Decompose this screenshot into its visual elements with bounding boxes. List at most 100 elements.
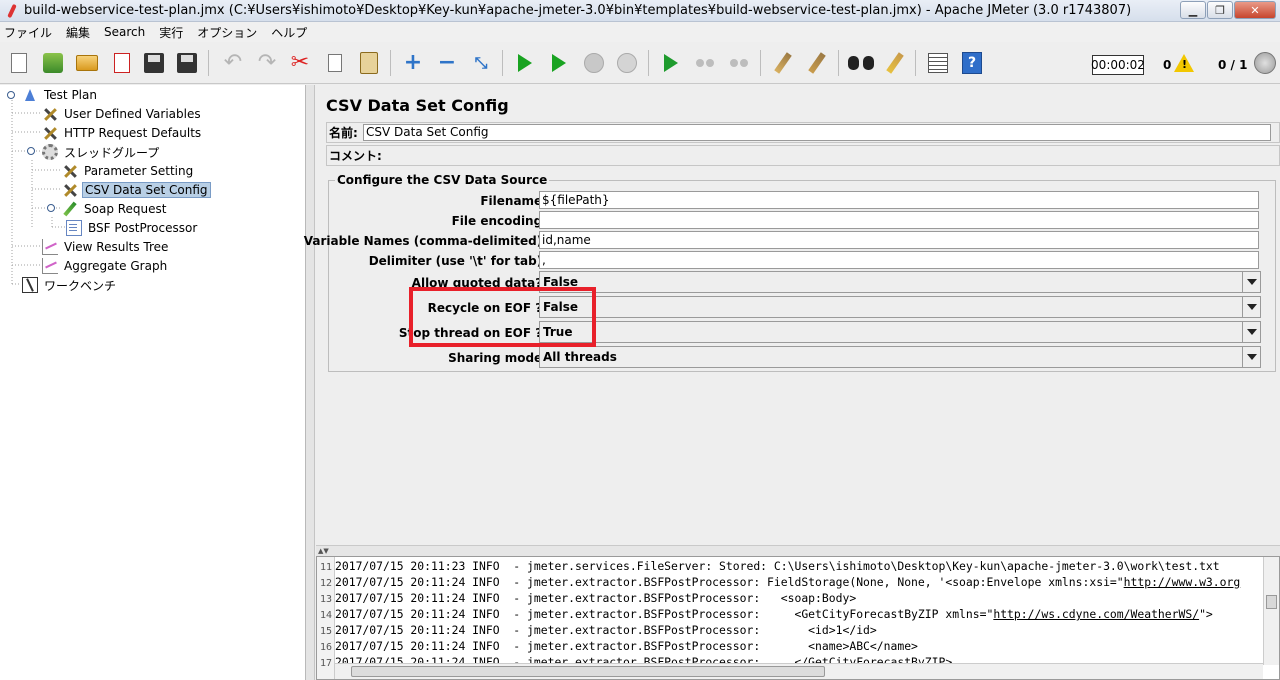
filename-label: Filename: <box>480 194 547 208</box>
brush-icon <box>62 201 78 217</box>
panel-splitter[interactable] <box>306 85 315 680</box>
tree-item-csv-data-set-config[interactable]: CSV Data Set Config <box>62 181 211 199</box>
menu-help[interactable]: ヘルプ <box>271 24 307 41</box>
name-input[interactable]: CSV Data Set Config <box>363 124 1271 141</box>
log-line: 15 2017/07/15 20:11:24 INFO - jmeter.extr… <box>319 623 877 637</box>
stop-thread-eof-select[interactable]: True <box>539 321 1261 343</box>
collapse-arrows-icon[interactable]: ▲▼ <box>318 547 329 555</box>
help-icon[interactable]: ? <box>958 49 986 77</box>
undo-icon[interactable]: ↶ <box>219 49 247 77</box>
tree-item-parameter-setting[interactable]: Parameter Setting <box>62 162 195 180</box>
recycle-eof-select[interactable]: False <box>539 296 1261 318</box>
redo-icon[interactable]: ↷ <box>253 49 281 77</box>
name-label: 名前: <box>329 126 358 140</box>
stop-thread-eof-label: Stop thread on EOF ?: <box>398 326 547 340</box>
remote-start-icon[interactable] <box>657 49 685 77</box>
recycle-eof-value: False <box>543 300 578 314</box>
allow-quoted-select[interactable]: False <box>539 271 1261 293</box>
remote-stop-icon[interactable] <box>691 49 719 77</box>
log-line: 12 2017/07/15 20:11:24 INFO - jmeter.extr… <box>319 575 1241 589</box>
tree-item-view-results-tree[interactable]: View Results Tree <box>42 238 170 256</box>
new-icon[interactable] <box>5 49 33 77</box>
save-icon[interactable] <box>140 49 168 77</box>
graph-icon <box>42 239 58 255</box>
menu-options[interactable]: オプション <box>197 24 257 41</box>
sharing-mode-label: Sharing mode: <box>448 351 547 365</box>
file-encoding-input[interactable] <box>539 211 1259 229</box>
document-icon <box>66 220 82 236</box>
page-title: CSV Data Set Config <box>326 96 509 115</box>
allow-quoted-label: Allow quoted data?: <box>411 276 547 290</box>
tree-item-soap-request[interactable]: Soap Request <box>62 200 169 218</box>
tree-toggle-thread-group[interactable] <box>27 147 35 155</box>
paste-icon[interactable] <box>355 49 383 77</box>
tree-item-thread-group[interactable]: スレッドグループ <box>42 143 161 161</box>
menu-edit[interactable]: 編集 <box>66 24 90 41</box>
reset-search-icon[interactable] <box>881 49 909 77</box>
warning-icon[interactable]: ! <box>1174 54 1194 72</box>
title-bar: build-webservice-test-plan.jmx (C:¥Users… <box>0 0 1280 22</box>
window-title: build-webservice-test-plan.jmx (C:¥Users… <box>24 3 1132 18</box>
name-row: 名前: CSV Data Set Config <box>326 122 1280 143</box>
open-folder-icon[interactable] <box>73 49 101 77</box>
elapsed-timer: 00:00:02 <box>1091 55 1145 75</box>
tree-item-test-plan[interactable]: Test Plan <box>22 86 99 104</box>
menu-file[interactable]: ファイル <box>4 24 52 41</box>
minimize-button[interactable]: ▁ <box>1180 1 1206 19</box>
shutdown-icon[interactable] <box>613 49 641 77</box>
chevron-down-icon[interactable] <box>1242 297 1260 317</box>
menu-run[interactable]: 実行 <box>159 24 183 41</box>
workbench-icon <box>22 277 38 293</box>
tree-item-workbench[interactable]: ワークベンチ <box>22 276 118 294</box>
collapse-icon[interactable]: − <box>433 49 461 77</box>
remote-shutdown-icon[interactable] <box>725 49 753 77</box>
tree-toggle-test-plan[interactable] <box>7 91 15 99</box>
tree-item-bsf-postprocessor[interactable]: BSF PostProcessor <box>66 219 199 237</box>
tree-item-http-request-defaults[interactable]: HTTP Request Defaults <box>42 124 203 142</box>
start-no-pauses-icon[interactable] <box>545 49 573 77</box>
cut-icon[interactable]: ✂ <box>286 49 314 77</box>
log-vertical-scrollbar[interactable] <box>1263 557 1279 665</box>
toggle-icon[interactable]: ⤡ <box>467 49 495 77</box>
search-binoculars-icon[interactable] <box>847 49 875 77</box>
graph-icon <box>42 258 58 274</box>
tree-toggle-soap-request[interactable] <box>47 204 55 212</box>
close-button[interactable]: ✕ <box>1234 1 1276 19</box>
delimiter-input[interactable]: , <box>539 251 1259 269</box>
log-line: 11 2017/07/15 20:11:23 INFO - jmeter.serv… <box>319 559 1220 573</box>
recycle-eof-label: Recycle on EOF ?: <box>427 301 547 315</box>
sharing-mode-select[interactable]: All threads <box>539 346 1261 368</box>
toolbar: ↶ ↷ ✂ + − ⤡ ? 00:00:02 0 ! 0 / 1 <box>0 42 1280 84</box>
log-link[interactable]: http://www.w3.org <box>1124 575 1241 589</box>
file-encoding-label: File encoding: <box>451 214 547 228</box>
tree-item-aggregate-graph[interactable]: Aggregate Graph <box>42 257 169 275</box>
close-file-icon[interactable] <box>108 49 136 77</box>
save-as-image-icon[interactable] <box>173 49 201 77</box>
log-link[interactable]: http://ws.cdyne.com/WeatherWS/ <box>993 607 1199 621</box>
copy-icon[interactable] <box>321 49 349 77</box>
clear-all-icon[interactable] <box>803 49 831 77</box>
clear-icon[interactable] <box>769 49 797 77</box>
comment-label: コメント: <box>329 149 382 163</box>
variable-names-input[interactable]: id,name <box>539 231 1259 249</box>
expand-icon[interactable]: + <box>399 49 427 77</box>
tree-item-user-defined-variables[interactable]: User Defined Variables <box>42 105 203 123</box>
jmeter-feather-icon <box>4 3 20 19</box>
menu-search[interactable]: Search <box>104 25 145 39</box>
config-tools-icon <box>42 125 58 141</box>
start-icon[interactable] <box>511 49 539 77</box>
log-line: 13 2017/07/15 20:11:24 INFO - jmeter.extr… <box>319 591 857 605</box>
sharing-mode-value: All threads <box>543 350 617 364</box>
log-splitter[interactable]: ▲▼ <box>316 545 1280 556</box>
log-horizontal-scrollbar[interactable] <box>335 663 1263 679</box>
templates-icon[interactable] <box>39 49 67 77</box>
maximize-button[interactable]: ❐ <box>1207 1 1233 19</box>
filename-input[interactable]: ${filePath} <box>539 191 1259 209</box>
chevron-down-icon[interactable] <box>1242 322 1260 342</box>
chevron-down-icon[interactable] <box>1242 272 1260 292</box>
config-panel: CSV Data Set Config 名前: CSV Data Set Con… <box>304 85 1280 545</box>
function-helper-icon[interactable] <box>924 49 952 77</box>
stop-icon[interactable] <box>580 49 608 77</box>
comment-input[interactable] <box>382 147 1279 164</box>
chevron-down-icon[interactable] <box>1242 347 1260 367</box>
